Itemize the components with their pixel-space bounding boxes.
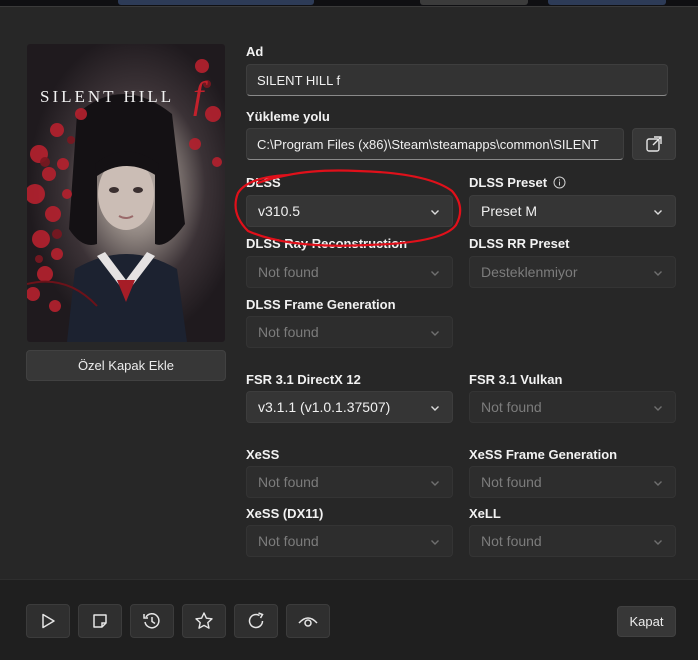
favorite-button[interactable] — [182, 604, 226, 638]
chevron-down-icon — [431, 540, 439, 545]
chevron-down-icon — [654, 540, 662, 545]
chevron-down-icon — [654, 406, 662, 411]
dlss-rr-preset-label: DLSS RR Preset — [469, 236, 570, 251]
play-icon — [42, 613, 55, 629]
xess-dx11-select[interactable]: Not found — [246, 525, 453, 557]
background-tab — [548, 0, 666, 5]
xess-fg-select-value: Not found — [481, 474, 542, 490]
dlss-fg-label: DLSS Frame Generation — [246, 297, 396, 312]
background-tab — [420, 0, 528, 5]
xess-select[interactable]: Not found — [246, 466, 453, 498]
chevron-down-icon — [654, 481, 662, 486]
dlss-rr-preset-select-value: Desteklenmiyor — [481, 264, 578, 280]
chevron-down-icon — [654, 271, 662, 276]
chevron-down-icon — [431, 271, 439, 276]
xess-fg-select[interactable]: Not found — [469, 466, 676, 498]
eye-icon — [298, 617, 318, 627]
name-label: Ad — [246, 44, 264, 59]
dlss-rr-select[interactable]: Not found — [246, 256, 453, 288]
xess-fg-label: XeSS Frame Generation — [469, 447, 618, 462]
chevron-down-icon — [654, 210, 662, 215]
dlss-fg-select[interactable]: Not found — [246, 316, 453, 348]
red-annotation-circle — [234, 169, 462, 247]
add-custom-cover-button[interactable]: Özel Kapak Ekle — [26, 350, 226, 381]
dlss-rr-select-value: Not found — [258, 264, 319, 280]
refresh-icon — [248, 612, 264, 629]
cover-logo-suffix: f — [193, 75, 204, 117]
open-folder-button[interactable] — [632, 128, 676, 160]
star-icon — [195, 612, 213, 629]
fsr-dx12-label: FSR 3.1 DirectX 12 — [246, 372, 361, 387]
name-field[interactable]: SILENT HILL f — [246, 64, 668, 96]
background-tab — [118, 0, 314, 5]
notes-button[interactable] — [78, 604, 122, 638]
dlss-preset-select-value: Preset M — [481, 203, 538, 219]
fsr-vulkan-label: FSR 3.1 Vulkan — [469, 372, 563, 387]
chevron-down-icon — [431, 406, 439, 411]
fsr-vulkan-select-value: Not found — [481, 399, 542, 415]
dlss-rr-preset-select[interactable]: Desteklenmiyor — [469, 256, 676, 288]
refresh-button[interactable] — [234, 604, 278, 638]
fsr-vulkan-select[interactable]: Not found — [469, 391, 676, 423]
chevron-down-icon — [431, 331, 439, 336]
xess-select-value: Not found — [258, 474, 319, 490]
visibility-button[interactable] — [286, 604, 330, 638]
game-cover-image: SILENT HILL f — [27, 44, 225, 342]
sticky-note-icon — [93, 614, 107, 628]
xell-select[interactable]: Not found — [469, 525, 676, 557]
xess-dx11-label: XeSS (DX11) — [246, 506, 324, 521]
xess-dx11-select-value: Not found — [258, 533, 319, 549]
xell-label: XeLL — [469, 506, 501, 521]
play-button[interactable] — [26, 604, 70, 638]
open-external-icon — [646, 136, 662, 152]
install-path-field[interactable]: C:\Program Files (x86)\Steam\steamapps\c… — [246, 128, 624, 160]
install-path-label: Yükleme yolu — [246, 109, 330, 124]
close-button[interactable]: Kapat — [617, 606, 676, 637]
history-button[interactable] — [130, 604, 174, 638]
xell-select-value: Not found — [481, 533, 542, 549]
cover-logo-text: SILENT HILL — [40, 87, 175, 106]
history-icon — [143, 613, 160, 629]
dlss-fg-select-value: Not found — [258, 324, 319, 340]
dlss-preset-label: DLSS Preset — [469, 175, 548, 190]
info-icon[interactable] — [553, 176, 566, 189]
xess-label: XeSS — [246, 447, 280, 462]
fsr-dx12-select-value: v3.1.1 (v1.0.1.37507) — [258, 399, 391, 415]
fsr-dx12-select[interactable]: v3.1.1 (v1.0.1.37507) — [246, 391, 453, 423]
chevron-down-icon — [431, 481, 439, 486]
dlss-preset-select[interactable]: Preset M — [469, 195, 676, 227]
game-settings-dialog: SILENT HILL f Özel Kapak Ekle Ad SILENT … — [0, 6, 698, 660]
